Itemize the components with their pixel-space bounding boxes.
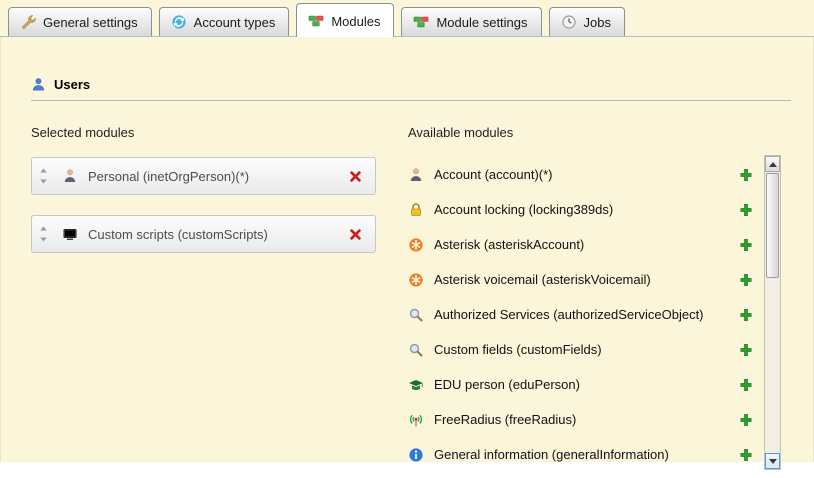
modules-bricks-icon [413,14,429,30]
add-icon[interactable] [739,308,753,322]
person-icon [408,167,424,183]
available-module-row-asterisk: Asterisk (asteriskAccount) [408,227,753,262]
antenna-icon [408,412,424,428]
available-modules-heading: Available modules [408,125,753,141]
magnifier-icon [408,307,424,323]
available-module-label: Account locking (locking389ds) [434,202,613,217]
add-icon[interactable] [739,168,753,182]
section-header-users: Users [1,37,813,100]
drag-handle-icon[interactable] [38,226,49,242]
delete-icon[interactable] [348,227,363,242]
info-icon [408,447,424,463]
graduation-cap-icon [408,377,424,393]
asterisk-icon [408,237,424,253]
tab-label: Module settings [436,15,527,30]
delete-icon[interactable] [348,169,363,184]
modules-bricks-icon [308,13,324,29]
selected-module-label: Custom scripts (customScripts) [88,227,348,242]
selected-modules-heading: Selected modules [31,125,408,141]
add-icon[interactable] [739,378,753,392]
available-modules-column: Available modules Account (account)(*) A… [408,125,753,472]
available-module-label: Custom fields (customFields) [434,342,602,357]
available-module-row-edu-person: EDU person (eduPerson) [408,367,753,402]
asterisk-icon [408,272,424,288]
arrow-down-icon [769,459,777,464]
tab-general-settings[interactable]: General settings [8,7,152,36]
tab-account-types[interactable]: Account types [159,7,290,36]
tab-label: General settings [43,15,138,30]
selected-module-label: Personal (inetOrgPerson)(*) [88,169,348,184]
available-module-row-asterisk-voicemail: Asterisk voicemail (asteriskVoicemail) [408,262,753,297]
clock-icon [561,14,577,30]
add-icon[interactable] [739,238,753,252]
arrow-up-icon [769,162,777,167]
tab-jobs[interactable]: Jobs [549,7,625,36]
add-icon[interactable] [739,203,753,217]
add-icon[interactable] [739,413,753,427]
modules-tab-panel: Users Selected modules Personal (inetOrg… [0,37,814,462]
scroll-up-button[interactable] [765,156,780,172]
add-icon[interactable] [739,343,753,357]
available-modules-scrollbar[interactable] [764,155,781,470]
sync-ball-icon [171,14,187,30]
module-columns: Selected modules Personal (inetOrgPerson… [1,101,813,472]
available-module-row-account: Account (account)(*) [408,157,753,192]
available-module-row-account-locking: Account locking (locking389ds) [408,192,753,227]
tab-label: Jobs [584,15,611,30]
tab-bar: General settings Account types Modules M… [0,0,814,37]
magnifier-icon [408,342,424,358]
terminal-icon [62,226,78,242]
tab-modules[interactable]: Modules [296,3,394,37]
page-title: Users [54,77,90,92]
available-module-row-freeradius: FreeRadius (freeRadius) [408,402,753,437]
tab-label: Modules [331,14,380,29]
available-module-label: EDU person (eduPerson) [434,377,580,392]
available-module-label: FreeRadius (freeRadius) [434,412,576,427]
user-icon [31,77,46,92]
scrollbar-thumb[interactable] [766,173,779,278]
scroll-down-button[interactable] [765,453,780,469]
available-module-row-general-information: General information (generalInformation) [408,437,753,472]
available-module-label: General information (generalInformation) [434,447,669,462]
lock-icon [408,202,424,218]
tab-label: Account types [194,15,276,30]
available-module-row-custom-fields: Custom fields (customFields) [408,332,753,367]
add-icon[interactable] [739,448,753,462]
drag-handle-icon[interactable] [38,168,49,184]
selected-modules-column: Selected modules Personal (inetOrgPerson… [31,125,408,472]
available-module-label: Asterisk (asteriskAccount) [434,237,584,252]
tab-module-settings[interactable]: Module settings [401,7,541,36]
available-module-label: Account (account)(*) [434,167,553,182]
selected-module-row-custom-scripts[interactable]: Custom scripts (customScripts) [31,215,376,253]
selected-module-row-personal[interactable]: Personal (inetOrgPerson)(*) [31,157,376,195]
wrench-icon [20,14,36,30]
add-icon[interactable] [739,273,753,287]
modules-config-page: General settings Account types Modules M… [0,0,814,478]
person-icon [62,168,78,184]
available-module-label: Authorized Services (authorizedServiceOb… [434,307,704,322]
available-module-row-authorized-services: Authorized Services (authorizedServiceOb… [408,297,753,332]
available-module-label: Asterisk voicemail (asteriskVoicemail) [434,272,651,287]
